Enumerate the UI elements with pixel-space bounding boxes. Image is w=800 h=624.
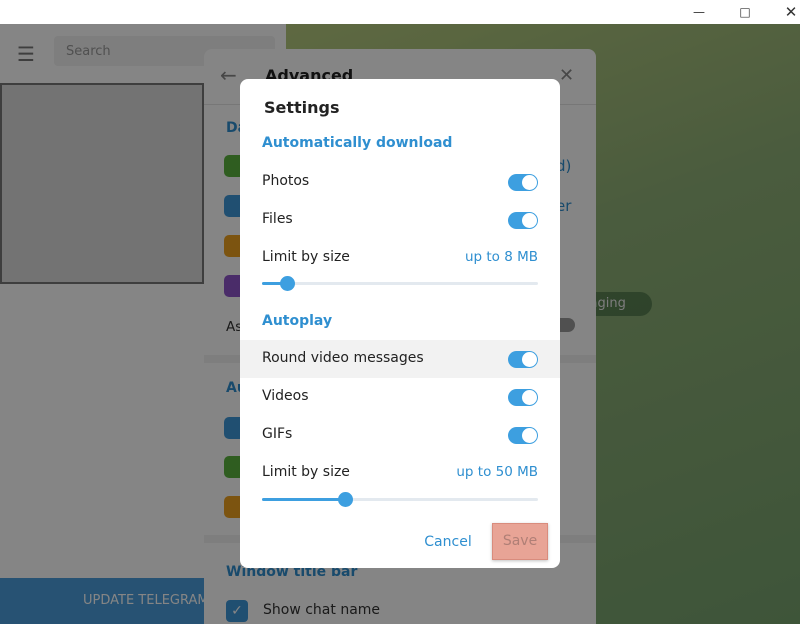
round-video-toggle[interactable] [508,351,538,368]
section-autoplay: Autoplay [262,313,333,329]
limit-row-autoplay: Limit by size up to 50 MB [240,454,560,492]
slider-fill [262,498,345,501]
row-label: GIFs [262,426,293,442]
autoplay-size-slider[interactable] [262,492,538,507]
toggle-row-gifs[interactable]: GIFs [240,416,560,454]
toggle-row-files[interactable]: Files [240,201,560,239]
limit-row-download: Limit by size up to 8 MB [240,239,560,277]
section-auto-download: Automatically download [262,135,453,151]
minimize-button[interactable]: — [676,0,722,24]
row-label: Limit by size [262,249,350,265]
maximize-button[interactable]: □ [722,0,768,24]
toggle-row-videos[interactable]: Videos [240,378,560,416]
dialog-title: Settings [264,98,340,117]
files-toggle[interactable] [508,212,538,229]
toggle-row-photos[interactable]: Photos [240,163,560,201]
row-label: Videos [262,388,309,404]
limit-value: up to 8 MB [464,249,538,265]
download-size-slider[interactable] [262,276,538,291]
toggle-row-round-video[interactable]: Round video messages [240,340,560,378]
slider-handle[interactable] [279,276,295,291]
row-label: Files [262,211,293,227]
videos-toggle[interactable] [508,389,538,406]
slider-handle[interactable] [337,492,353,507]
save-button[interactable]: Save [492,523,548,560]
row-label: Limit by size [262,464,350,480]
limit-value: up to 50 MB [456,464,538,480]
cancel-button[interactable]: Cancel [416,524,480,560]
window-titlebar: — □ ✕ [0,0,800,24]
photos-toggle[interactable] [508,174,538,191]
row-label: Photos [262,173,310,189]
close-window-button[interactable]: ✕ [768,0,800,24]
settings-dialog: Settings Automatically download Photos F… [240,79,560,568]
gifs-toggle[interactable] [508,427,538,444]
row-label: Round video messages [262,350,424,366]
